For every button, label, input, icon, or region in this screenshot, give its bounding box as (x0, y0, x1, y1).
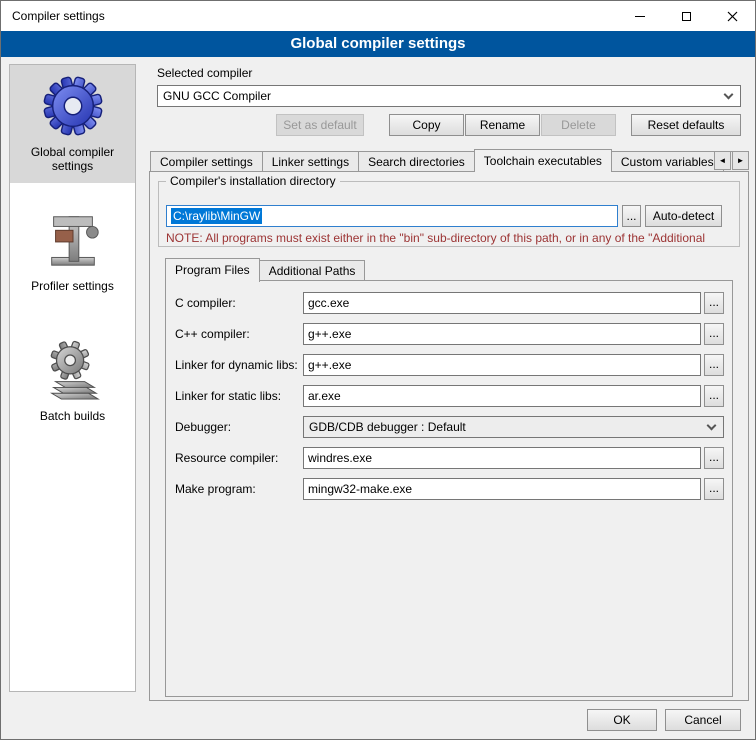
program-files-panel: C compiler: ... C++ compiler: ... Linker… (165, 280, 733, 697)
delete-button[interactable]: Delete (541, 114, 616, 136)
window-title: Compiler settings (1, 9, 105, 23)
linker-dynamic-label: Linker for dynamic libs: (175, 358, 298, 372)
tab-linker-settings[interactable]: Linker settings (262, 151, 359, 172)
resource-compiler-input[interactable] (303, 447, 701, 469)
sidebar-item-label: Profiler settings (12, 279, 133, 293)
settings-category-sidebar: Global compiler settings Profiler settin… (9, 64, 136, 692)
page-title: Global compiler settings (1, 31, 755, 57)
install-dir-browse-button[interactable]: ... (622, 205, 641, 227)
install-dir-selected-text: C:\raylib\MinGW (171, 208, 262, 224)
make-program-label: Make program: (175, 482, 256, 496)
selected-compiler-combobox[interactable]: GNU GCC Compiler (157, 85, 741, 107)
settings-tabstrip: Compiler settings Linker settings Search… (150, 149, 749, 172)
maximize-button[interactable] (663, 1, 709, 31)
sidebar-item-global-compiler-settings[interactable]: Global compiler settings (10, 65, 135, 183)
copy-button[interactable]: Copy (389, 114, 464, 136)
chevron-down-icon (724, 90, 734, 100)
sidebar-item-profiler-settings[interactable]: Profiler settings (10, 199, 135, 303)
set-as-default-button[interactable]: Set as default (276, 114, 364, 136)
close-icon (727, 11, 738, 22)
debugger-label: Debugger: (175, 420, 231, 434)
field-row-linker-dynamic: Linker for dynamic libs: ... (166, 354, 732, 376)
selected-compiler-label: Selected compiler (157, 66, 252, 80)
cpp-compiler-input[interactable] (303, 323, 701, 345)
tab-compiler-settings[interactable]: Compiler settings (150, 151, 263, 172)
cpp-compiler-label: C++ compiler: (175, 327, 250, 341)
chevron-down-icon (707, 421, 717, 431)
profiler-icon (42, 209, 104, 271)
cpp-compiler-browse-button[interactable]: ... (704, 323, 724, 345)
field-row-cpp-compiler: C++ compiler: ... (166, 323, 732, 345)
compiler-settings-dialog: Compiler settings Global compiler settin… (0, 0, 756, 740)
c-compiler-input[interactable] (303, 292, 701, 314)
make-program-browse-button[interactable]: ... (704, 478, 724, 500)
titlebar: Compiler settings (1, 1, 755, 31)
linker-static-label: Linker for static libs: (175, 389, 281, 403)
rename-button[interactable]: Rename (465, 114, 540, 136)
field-row-linker-static: Linker for static libs: ... (166, 385, 732, 407)
minimize-icon (635, 16, 645, 17)
compiler-actions: Set as default Copy Rename Delete Reset … (157, 114, 741, 136)
tab-scroll-left-icon[interactable]: ◄ (714, 151, 731, 170)
field-row-c-compiler: C compiler: ... (166, 292, 732, 314)
tab-search-directories[interactable]: Search directories (358, 151, 475, 172)
subtab-program-files[interactable]: Program Files (165, 258, 260, 282)
gear-blue-icon (42, 75, 104, 137)
tab-toolchain-executables[interactable]: Toolchain executables (474, 149, 612, 172)
batch-builds-icon (42, 339, 104, 401)
tab-scroller: ◄ ► (713, 151, 749, 170)
maximize-icon (682, 12, 691, 21)
tab-custom-variables[interactable]: Custom variables (611, 151, 724, 172)
linker-static-browse-button[interactable]: ... (704, 385, 724, 407)
minimize-button[interactable] (617, 1, 663, 31)
field-row-resource-compiler: Resource compiler: ... (166, 447, 732, 469)
make-program-input[interactable] (303, 478, 701, 500)
linker-dynamic-input[interactable] (303, 354, 701, 376)
debugger-value: GDB/CDB debugger : Default (309, 420, 466, 434)
selected-compiler-value: GNU GCC Compiler (163, 89, 271, 103)
c-compiler-label: C compiler: (175, 296, 236, 310)
sidebar-item-batch-builds[interactable]: Batch builds (10, 329, 135, 433)
ok-button[interactable]: OK (587, 709, 657, 731)
field-row-debugger: Debugger: GDB/CDB debugger : Default (166, 416, 732, 438)
c-compiler-browse-button[interactable]: ... (704, 292, 724, 314)
auto-detect-button[interactable]: Auto-detect (645, 205, 722, 227)
linker-static-input[interactable] (303, 385, 701, 407)
close-button[interactable] (709, 1, 755, 31)
program-files-subtabs: Program Files Additional Paths (165, 258, 365, 281)
field-row-make-program: Make program: ... (166, 478, 732, 500)
reset-defaults-button[interactable]: Reset defaults (631, 114, 741, 136)
install-dir-input[interactable]: C:\raylib\MinGW (166, 205, 618, 227)
sidebar-item-label: Batch builds (12, 409, 133, 423)
install-dir-group-title: Compiler's installation directory (166, 174, 340, 188)
linker-dynamic-browse-button[interactable]: ... (704, 354, 724, 376)
window-controls (617, 1, 755, 31)
cancel-button[interactable]: Cancel (665, 709, 741, 731)
install-dir-note: NOTE: All programs must exist either in … (166, 231, 738, 245)
sidebar-item-label: Global compiler settings (12, 145, 133, 173)
tab-scroll-right-icon[interactable]: ► (732, 151, 749, 170)
debugger-select[interactable]: GDB/CDB debugger : Default (303, 416, 724, 438)
resource-compiler-browse-button[interactable]: ... (704, 447, 724, 469)
subtab-additional-paths[interactable]: Additional Paths (259, 260, 366, 281)
resource-compiler-label: Resource compiler: (175, 451, 278, 465)
